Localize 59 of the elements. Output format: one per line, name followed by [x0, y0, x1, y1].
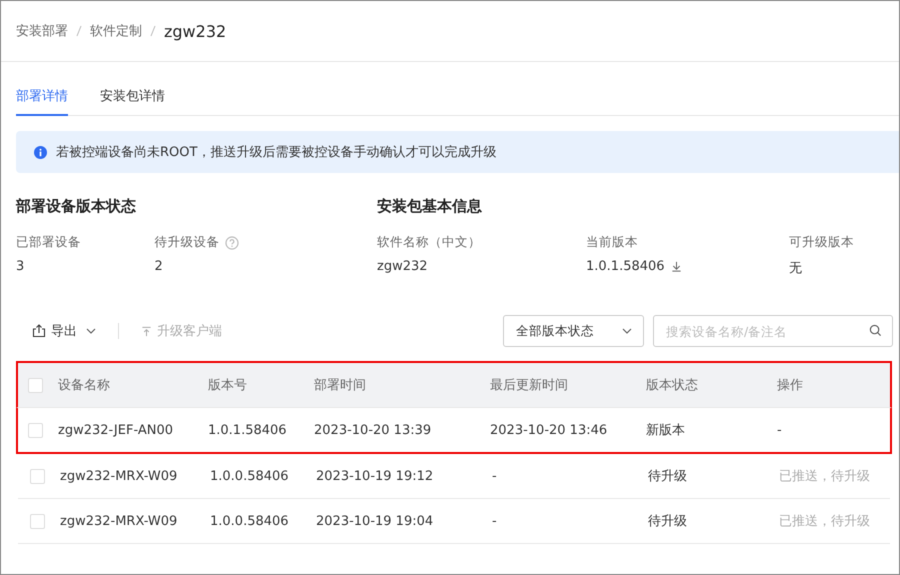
help-icon[interactable]: [224, 236, 238, 250]
column-header: 部署时间: [314, 377, 367, 394]
table-cell-text: 已推送，待升级: [779, 468, 870, 485]
chevron-down-icon: [622, 328, 632, 334]
section-title: 部署设备版本状态: [16, 197, 137, 216]
tab[interactable]: 部署详情: [16, 87, 68, 116]
export-icon: [32, 324, 46, 338]
field-label: 可升级版本: [789, 234, 855, 251]
table-cell-text: zgw232-JEF-AN00: [58, 422, 174, 438]
version-status-dropdown[interactable]: 全部版本状态: [503, 315, 644, 347]
info-icon: [34, 146, 47, 158]
upload-arrow-icon: [141, 326, 152, 336]
download-icon[interactable]: [670, 261, 682, 272]
stat-label: 已部署设备: [16, 234, 81, 251]
search-icon[interactable]: [869, 324, 882, 337]
table-cell-text: 待升级: [648, 513, 688, 530]
slash-separator-icon: [76, 25, 82, 37]
checkbox[interactable]: [30, 468, 45, 484]
tab[interactable]: 安装包详情: [100, 87, 165, 116]
stat-label: 待升级设备: [154, 234, 220, 251]
field-value: 无: [789, 260, 802, 277]
column-header: 设备名称: [58, 377, 111, 394]
checkbox[interactable]: [28, 378, 43, 392]
table-cell-text: 1.0.0.58406: [210, 514, 290, 528]
checkbox[interactable]: [28, 422, 43, 438]
table-cell-text: 2023-10-20 13:39: [314, 422, 432, 438]
chevron-down-icon: [86, 328, 96, 334]
stat-value: 3: [16, 259, 26, 274]
table-cell-text: 新版本: [646, 422, 686, 439]
table-cell-text: zgw232-MRX-W09: [60, 468, 178, 484]
breadcrumb-item[interactable]: 软件定制: [90, 22, 142, 40]
table-cell-text: -: [492, 514, 498, 528]
breadcrumb-item: zgw232: [164, 22, 226, 40]
checkbox[interactable]: [30, 514, 45, 528]
table-cell-text: 1.0.1.58406: [208, 422, 288, 438]
field-label: 软件名称（中文）: [377, 234, 482, 251]
export-button[interactable]: 导出: [32, 322, 96, 340]
table-cell: -: [777, 422, 782, 438]
table-cell-text: zgw232-MRX-W09: [60, 514, 178, 528]
table-cell-text: 2023-10-20 13:46: [490, 422, 608, 438]
search-field[interactable]: 搜索设备名称/备注名: [653, 315, 893, 347]
slash-separator-icon: [150, 25, 156, 37]
column-header: 操作: [777, 377, 803, 394]
table-cell-text: 1.0.0.58406: [210, 468, 290, 484]
field-value: zgw232: [377, 259, 428, 274]
field-value: 1.0.1.58406: [586, 259, 665, 274]
table-cell-text: -: [492, 468, 498, 484]
table-cell-text: 待升级: [648, 468, 688, 485]
stat-value: 2: [154, 259, 164, 274]
alert-text: 若被控端设备尚未ROOT，推送升级后需要被控设备手动确认才可以完成升级: [56, 144, 496, 161]
table-cell-text: 2023-10-19 19:12: [316, 468, 434, 484]
column-header: 版本号: [208, 377, 248, 394]
breadcrumb-item[interactable]: 安装部署: [16, 22, 68, 40]
section-title: 安装包基本信息: [377, 197, 483, 216]
field-label: 当前版本: [586, 234, 639, 251]
table-cell-text: 已推送，待升级: [779, 513, 870, 530]
column-header: 版本状态: [646, 377, 699, 394]
table-cell-text: 2023-10-19 19:04: [316, 514, 434, 528]
column-header: 最后更新时间: [490, 377, 569, 394]
